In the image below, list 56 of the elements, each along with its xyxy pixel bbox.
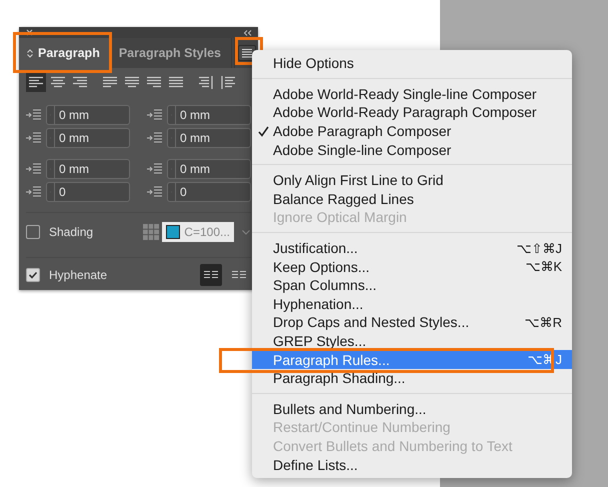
spinner-field[interactable]: 0 mm: [46, 159, 130, 179]
menu-item[interactable]: Define Lists...: [252, 455, 572, 474]
align-lines-icon: [198, 76, 214, 88]
panel-tab[interactable]: Paragraph Styles: [110, 38, 232, 68]
menu-item[interactable]: Keep Options... ⌥⌘K: [252, 257, 572, 276]
align-lines-icon: [50, 76, 66, 88]
alignment-button[interactable]: [26, 72, 46, 92]
hyphenate-checkbox[interactable]: [26, 268, 40, 282]
spinner-field[interactable]: 0: [167, 182, 251, 202]
menu-item[interactable]: Hide Options: [252, 54, 572, 73]
lines-arrow-icon: [147, 185, 163, 199]
menu-item[interactable]: Balance Ragged Lines: [252, 190, 572, 208]
menu-item[interactable]: Adobe Paragraph Composer: [252, 122, 572, 140]
menu-item[interactable]: Justification... ⌥⇧⌘J: [252, 238, 572, 258]
collapse-icon[interactable]: [243, 30, 252, 36]
spinner-field[interactable]: 0 mm: [46, 128, 130, 148]
lines-arrow-icon: [26, 185, 42, 199]
menu-item[interactable]: Paragraph Shading...: [252, 368, 572, 388]
align-lines-icon: [28, 76, 44, 88]
menu-item[interactable]: Adobe World-Ready Single-line Composer: [252, 84, 572, 104]
chevron-down-icon[interactable]: [242, 230, 250, 234]
menu-item[interactable]: Span Columns...: [252, 276, 572, 295]
align-lines-icon: [124, 76, 140, 88]
menu-item[interactable]: Bullets and Numbering...: [252, 400, 572, 418]
shading-label: Shading: [49, 225, 94, 239]
spinner-field[interactable]: 0: [46, 182, 130, 202]
lines-arrow-icon: [26, 108, 42, 122]
lines-arrow-icon: [147, 108, 163, 122]
panel-tab[interactable]: Paragraph: [19, 38, 111, 68]
two-columns-icon: [232, 270, 246, 280]
menu-item[interactable]: Only Align First Line to Grid: [252, 170, 572, 190]
align-lines-icon: [102, 76, 118, 88]
align-lines-icon: [72, 76, 88, 88]
menu-item[interactable]: Hyphenation...: [252, 294, 572, 314]
grid-icon: [143, 224, 160, 240]
align-lines-icon: [168, 76, 184, 88]
spinner-field[interactable]: 0 mm: [46, 105, 130, 125]
align-lines-icon: [146, 76, 162, 88]
composer-button[interactable]: [200, 264, 222, 286]
hyphenate-label: Hyphenate: [49, 268, 108, 282]
menu-item[interactable]: Drop Caps and Nested Styles... ⌥⌘R: [252, 313, 572, 332]
spinner-field[interactable]: 0 mm: [167, 128, 251, 148]
menu-item[interactable]: GREP Styles...: [252, 332, 572, 350]
lines-arrow-icon: [147, 162, 163, 176]
align-lines-icon: [220, 76, 236, 88]
lines-arrow-icon: [26, 162, 42, 176]
spinner-field[interactable]: 0 mm: [167, 105, 251, 125]
menu-item[interactable]: Adobe Single-line Composer: [252, 140, 572, 159]
lines-arrow-icon: [26, 131, 42, 145]
checkmark-icon: [27, 269, 39, 281]
lines-arrow-icon: [147, 131, 163, 145]
color-swatch: [166, 225, 180, 239]
shading-checkbox[interactable]: [26, 225, 40, 239]
spinner-field[interactable]: 0 mm: [167, 159, 251, 179]
menu-item[interactable]: Adobe World-Ready Paragraph Composer: [252, 103, 572, 122]
two-columns-icon: [204, 270, 218, 280]
